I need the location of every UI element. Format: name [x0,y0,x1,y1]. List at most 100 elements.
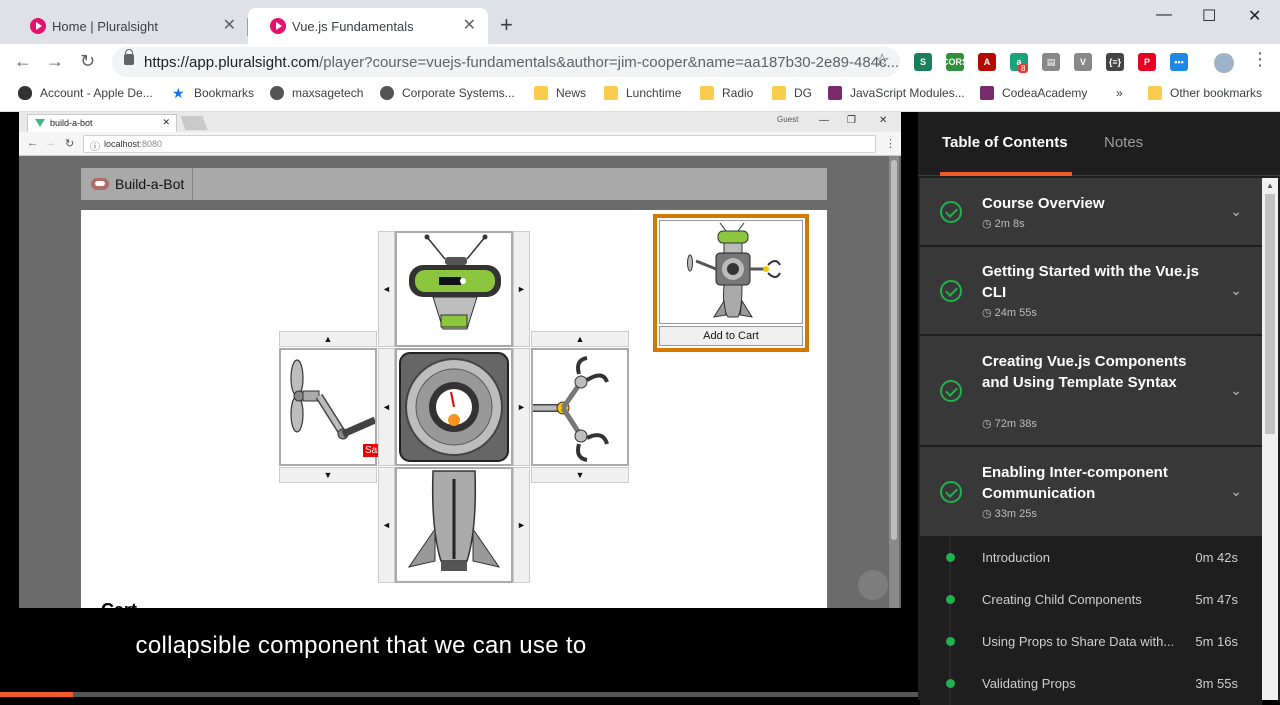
chrome-menu-icon[interactable]: ⋮ [1251,49,1269,70]
bookmark-item[interactable]: CodeaAcademy [980,86,1087,100]
bookmark-label: Corporate Systems... [402,86,515,100]
globe-icon [380,86,394,100]
bookmark-item[interactable]: » [1116,86,1123,100]
bookmark-item[interactable]: Corporate Systems... [380,86,515,100]
bookmark-item[interactable]: News [534,86,586,100]
video-player[interactable]: build-a-bot ✕ Guest — ❐ ✕ ← → ↻ localhos… [0,112,918,700]
tab-vuejs-fundamentals[interactable]: Vue.js Fundamentals ✕ [248,8,488,44]
torso-next-arrow: ► [513,348,530,466]
robot-right-arm-image [533,356,609,462]
tab-home-pluralsight[interactable]: Home | Pluralsight ✕ [8,8,248,44]
module-item[interactable]: Getting Started with the Vue.js CLI 24m 5… [920,247,1262,335]
bookmark-label: Radio [722,86,754,100]
right-arm-next-arrow: ▼ [531,467,629,483]
bookmark-item[interactable]: Account - Apple De... [18,86,153,100]
address-bar[interactable]: https://app.pluralsight.com/player?cours… [112,47,900,77]
clip-item[interactable]: Introduction 0m 42s [920,537,1262,579]
tab-title: Vue.js Fundamentals [292,18,414,34]
bookmark-item[interactable]: Other bookmarks [1148,86,1262,100]
json-extension-icon[interactable]: {≡} [1106,53,1124,71]
folder-icon [700,86,714,100]
pdf-extension-icon[interactable]: A [978,53,996,71]
minimize-button[interactable]: — [1156,6,1172,24]
chevron-down-icon[interactable]: ⌄ [1230,203,1242,220]
module-title: Getting Started with the Vue.js CLI [982,263,1199,301]
maximize-button[interactable]: ☐ [1202,6,1216,26]
forward-arrow-icon[interactable]: → [46,50,64,72]
clip-title: Validating Props [982,676,1076,691]
site-icon [828,86,842,100]
bookmark-label: Bookmarks [194,86,255,100]
sidebar-scrollbar[interactable]: ▲ [1262,178,1278,700]
video-progress-bar[interactable] [0,692,918,697]
completed-check-icon [940,380,962,402]
chevron-down-icon[interactable]: ⌄ [1230,282,1242,299]
caption-text: collapsible component that we can use to [135,632,587,659]
folder-icon [534,86,548,100]
bookmark-label: Account - Apple De... [40,86,153,100]
clip-duration: 3m 55s [1195,676,1238,691]
robot-preview-image [687,222,781,318]
folder-icon [772,86,786,100]
chevron-down-icon[interactable]: ⌄ [1230,483,1242,500]
pinterest-extension-icon[interactable]: P [1138,53,1156,71]
tab-table-of-contents[interactable]: Table of Contents [942,134,1068,151]
robot-head-image [409,234,501,330]
add-to-cart-button: Add to Cart [659,326,803,346]
tab-notes[interactable]: Notes [1104,134,1143,151]
url-path: /player?course=vuejs-fundamentals&author… [319,53,900,71]
course-sidebar: Table of Contents Notes Course Overview 2… [918,112,1280,705]
reload-icon: ↻ [65,138,75,150]
base-part [395,467,513,583]
chat-extension-icon[interactable]: ••• [1170,53,1188,71]
recorded-address-bar: localhost:8080 [83,135,876,153]
scroll-thumb[interactable] [1265,194,1275,434]
bookmarks-bar: Account - Apple De... ★ Bookmarks maxsagete… [0,78,1280,112]
recorded-tab-title: build-a-bot [50,118,93,128]
pluralsight-watermark-icon [858,570,888,600]
bookmark-item[interactable]: maxsagetech [270,86,363,100]
close-icon: ✕ [162,117,170,127]
clip-item[interactable]: Creating Child Components 5m 47s [920,579,1262,621]
recorded-page: Build-a-Bot ◄ ► ▲ Sale! ▼ ◄ ► ▲ ▼ ◄ ► Ad… [19,156,901,608]
clip-item[interactable]: Validating Props 3m 55s [920,663,1262,705]
torso-prev-arrow: ◄ [378,348,395,466]
module-item[interactable]: Course Overview 2m 8s ⌄ [920,178,1262,246]
clip-item[interactable]: Using Props to Share Data with... 5m 16s [920,621,1262,663]
bookmark-item[interactable]: Radio [700,86,753,100]
module-duration: 24m 55s [982,306,1037,319]
completed-check-icon [940,201,962,223]
back-arrow-icon[interactable]: ← [14,50,32,72]
clip-title: Using Props to Share Data with... [982,634,1175,649]
vue-devtools-icon[interactable]: V [1074,53,1092,71]
bookmark-item[interactable]: DG [772,86,812,100]
pluralsight-favicon-icon [30,18,46,34]
scroll-up-icon[interactable]: ▲ [1266,181,1274,190]
reload-icon[interactable]: ↻ [80,50,95,72]
bookmark-item[interactable]: ★ Bookmarks [172,86,254,100]
app-body: ◄ ► ▲ Sale! ▼ ◄ ► ▲ ▼ ◄ ► Add to Cart [81,210,827,608]
pluralsight-favicon-icon [270,18,286,34]
script-extension-icon[interactable]: S [914,53,932,71]
chevron-down-icon[interactable]: ⌄ [1230,382,1242,399]
bookmark-star-icon[interactable]: ☆ [874,50,890,71]
module-item[interactable]: Creating Vue.js Components and Using Tem… [920,336,1262,446]
comment-extension-icon[interactable]: ▤ [1042,53,1060,71]
bookmark-item[interactable]: Lunchtime [604,86,681,100]
close-tab-icon[interactable]: ✕ [463,18,476,34]
robot-left-arm-image [290,359,377,440]
brand-name: Build-a-Bot [115,176,185,192]
module-duration: 72m 38s [982,417,1037,430]
forward-arrow-icon: → [45,137,56,149]
new-tab-button[interactable]: + [500,12,513,38]
profile-avatar-icon[interactable] [1214,53,1234,73]
module-item[interactable]: Enabling Inter-component Communication 33… [920,447,1262,537]
recorded-toolbar: ← → ↻ localhost:8080 ⋮ [19,132,901,156]
bookmark-item[interactable]: JavaScript Modules... [828,86,965,100]
close-window-button[interactable]: ✕ [1248,6,1261,26]
bookmark-label: CodeaAcademy [1002,86,1088,100]
extension-badge: 8 [1018,64,1029,73]
cors-extension-icon[interactable]: CORS [942,53,968,71]
close-tab-icon[interactable]: ✕ [223,18,236,34]
module-title: Course Overview [982,195,1105,212]
